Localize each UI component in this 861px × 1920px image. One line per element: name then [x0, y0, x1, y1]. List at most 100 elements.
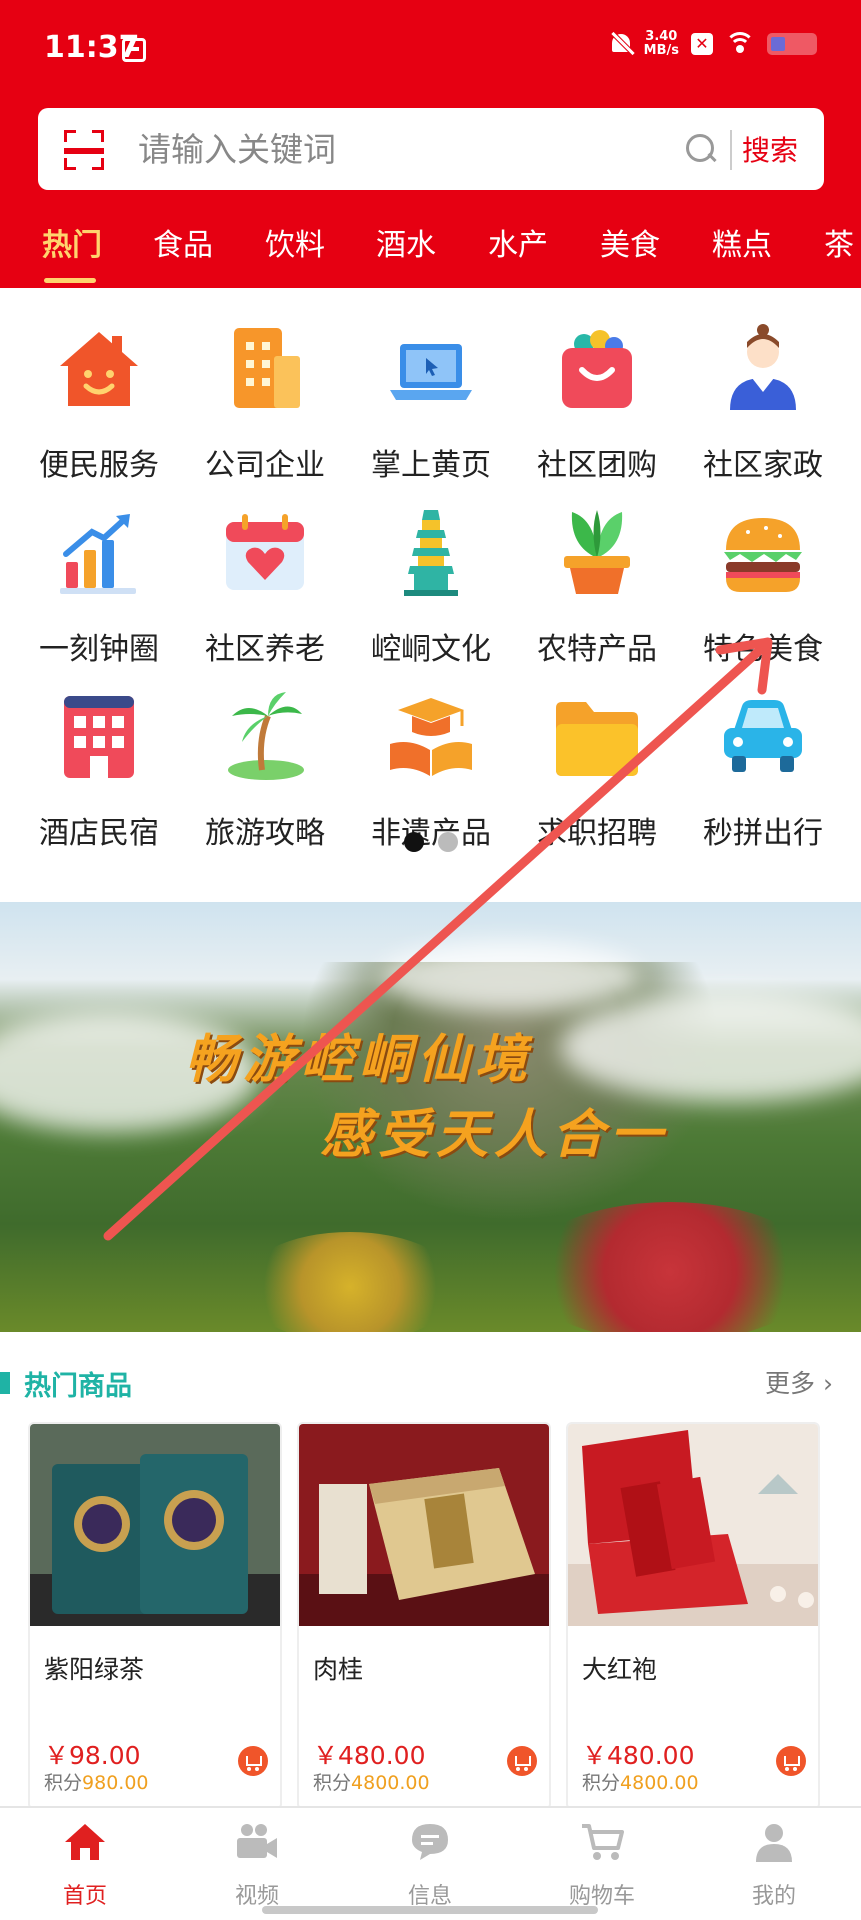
nav-messages[interactable]: 信息: [360, 1816, 500, 1916]
more-link[interactable]: 更多 ›: [765, 1364, 833, 1400]
points-label: 积分: [582, 1772, 621, 1794]
pager-dot-active[interactable]: [404, 832, 424, 852]
status-bar: 11:37 3.40 MB/s ✕: [0, 0, 861, 100]
network-speed-unit: MB/s: [643, 43, 679, 58]
service-hotel[interactable]: 酒店民宿: [24, 678, 174, 851]
service-elderly-care[interactable]: 社区养老: [190, 494, 340, 667]
product-image-green-tea: [30, 1424, 280, 1626]
service-label: 农特产品: [537, 632, 657, 667]
promo-banner[interactable]: 畅游崆峒仙境 感受天人合一: [0, 902, 861, 1332]
nav-profile[interactable]: 我的: [704, 1816, 844, 1916]
points-label: 积分: [313, 1772, 352, 1794]
tab-cuisine[interactable]: 美食: [600, 220, 660, 264]
service-convenience[interactable]: 便民服务: [24, 310, 174, 483]
active-tab-indicator: [44, 278, 96, 283]
burger-icon: [724, 518, 802, 592]
product-card[interactable]: 肉桂 ￥480.00 积分4800.00: [297, 1422, 551, 1810]
tab-pastry[interactable]: 糕点: [712, 220, 772, 264]
tab-drinks[interactable]: 饮料: [265, 220, 325, 264]
hotel-icon: [64, 696, 134, 778]
service-local-cuisine[interactable]: 特色美食: [688, 494, 838, 667]
service-label: 秒拼出行: [703, 816, 823, 851]
pagoda-icon: [404, 510, 458, 596]
section-title: 热门商品: [24, 1371, 132, 1402]
more-label: 更多: [765, 1369, 816, 1398]
service-company[interactable]: 公司企业: [190, 310, 340, 483]
banner-mist: [380, 942, 640, 1012]
wifi-icon: [725, 32, 755, 56]
service-specialty-products[interactable]: 农特产品: [522, 494, 672, 667]
service-intangible-heritage[interactable]: 非遗产品: [356, 678, 506, 851]
house-smile-icon: [60, 332, 138, 406]
housekeeper-icon: [730, 324, 796, 410]
service-label: 公司企业: [205, 448, 325, 483]
hot-products-header: 热门商品 更多 ›: [0, 1360, 861, 1410]
banner-red-flowers: [520, 1202, 820, 1332]
add-to-cart-button[interactable]: [507, 1746, 537, 1776]
banner-headline-1: 畅游崆峒仙境: [185, 1030, 534, 1090]
scan-icon[interactable]: [64, 130, 104, 170]
hot-products-list: 紫阳绿茶 ￥98.00 积分980.00 肉桂 ￥480.00 积分4800.0…: [0, 1422, 861, 1810]
service-job-recruitment[interactable]: 求职招聘: [522, 678, 672, 851]
service-kongtong-culture[interactable]: 崆峒文化: [356, 494, 506, 667]
service-label: 社区养老: [205, 632, 325, 667]
add-to-cart-button[interactable]: [238, 1746, 268, 1776]
x-app-icon: ✕: [691, 33, 713, 55]
network-speed-value: 3.40: [645, 29, 678, 44]
search-button[interactable]: 搜索: [742, 128, 812, 170]
nav-label: 首页: [62, 1884, 107, 1909]
points-value: 980.00: [82, 1772, 149, 1794]
plant-pot-icon: [564, 510, 630, 594]
battery-icon: [767, 33, 817, 55]
product-points: 积分980.00: [44, 1768, 149, 1795]
nav-cart[interactable]: 购物车: [532, 1816, 672, 1916]
product-card[interactable]: 紫阳绿茶 ￥98.00 积分980.00: [28, 1422, 282, 1810]
tab-hot[interactable]: 热门: [42, 220, 102, 264]
service-carpool[interactable]: 秒拼出行: [688, 678, 838, 851]
user-icon: [756, 1824, 792, 1862]
search-icon[interactable]: [686, 134, 716, 164]
section-accent-bar: [0, 1372, 10, 1394]
service-travel-guide[interactable]: 旅游攻略: [190, 678, 340, 851]
product-price: ￥480.00: [582, 1741, 695, 1770]
nav-home[interactable]: 首页: [15, 1816, 155, 1916]
points-value: 4800.00: [351, 1772, 430, 1794]
service-label: 旅游攻略: [205, 816, 325, 851]
service-15min-circle[interactable]: 一刻钟圈: [24, 494, 174, 667]
tab-food[interactable]: 食品: [153, 220, 213, 264]
chevron-right-icon: ›: [823, 1369, 833, 1398]
bar-chart-icon: [60, 514, 136, 594]
palm-island-icon: [228, 692, 304, 780]
folder-icon: [556, 702, 638, 776]
message-icon: [412, 1824, 448, 1860]
service-label: 酒店民宿: [39, 816, 159, 851]
car-icon: [724, 700, 802, 772]
home-icon: [65, 1824, 105, 1860]
tab-tea[interactable]: 茶: [824, 220, 854, 264]
tab-seafood[interactable]: 水产: [488, 220, 548, 264]
service-label: 掌上黄页: [371, 448, 491, 483]
video-camera-icon: [237, 1824, 277, 1858]
nav-video[interactable]: 视频: [187, 1816, 327, 1916]
service-label: 特色美食: [703, 632, 823, 667]
laptop-icon: [390, 344, 472, 400]
service-housekeeping[interactable]: 社区家政: [688, 310, 838, 483]
add-to-cart-button[interactable]: [776, 1746, 806, 1776]
service-label: 一刻钟圈: [39, 632, 159, 667]
search-bar: 搜索: [38, 108, 824, 190]
search-input[interactable]: [138, 126, 678, 172]
status-icons: 3.40 MB/s ✕: [610, 30, 817, 58]
product-image-rougui: [299, 1424, 549, 1626]
service-group-buy[interactable]: 社区团购: [522, 310, 672, 483]
service-yellow-pages[interactable]: 掌上黄页: [356, 310, 506, 483]
tab-liquor[interactable]: 酒水: [376, 220, 436, 264]
service-label: 社区家政: [703, 448, 823, 483]
pager-dot[interactable]: [438, 832, 458, 852]
product-price: ￥98.00: [44, 1741, 141, 1770]
product-card[interactable]: 大红袍 ￥480.00 积分4800.00: [566, 1422, 820, 1810]
service-grid: 便民服务 公司企业 掌上黄页 社区团购 社区家政 一刻钟圈 社区养老 崆峒文化 …: [0, 310, 861, 870]
network-speed: 3.40 MB/s: [644, 30, 679, 58]
home-indicator: [262, 1906, 598, 1914]
building-icon: [234, 328, 300, 408]
product-points: 积分4800.00: [582, 1768, 699, 1795]
